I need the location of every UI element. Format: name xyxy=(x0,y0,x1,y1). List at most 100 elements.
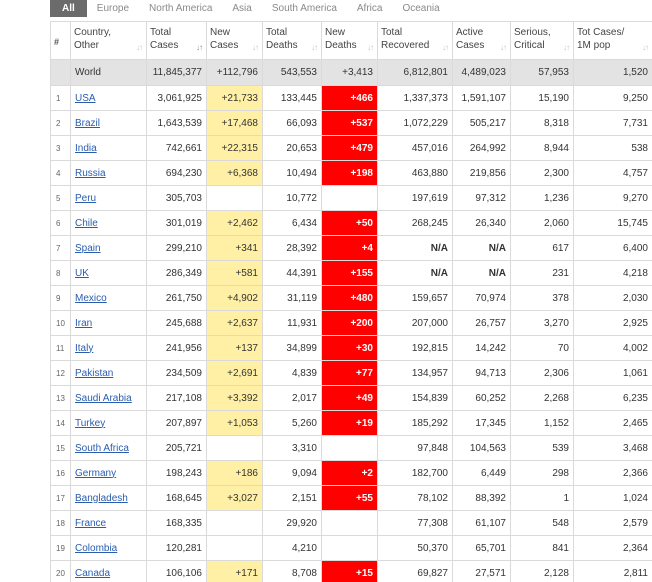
cell-new-cases: +137 xyxy=(206,335,263,361)
column-header-total-cases[interactable]: Total Cases ↓↑ xyxy=(146,21,207,60)
country-link[interactable]: Turkey xyxy=(75,418,105,429)
cell-total-cases: 234,509 xyxy=(146,360,207,386)
tab-south-america[interactable]: South America xyxy=(262,0,347,17)
tab-asia[interactable]: Asia xyxy=(222,0,261,17)
cell-serious-critical: 2,268 xyxy=(510,385,574,411)
country-link[interactable]: Bangladesh xyxy=(75,493,128,504)
country-link[interactable]: Italy xyxy=(75,343,93,354)
column-header-total-deaths[interactable]: Total Deaths ↓↑ xyxy=(262,21,322,60)
table-row: 6 Chile 301,019 +2,462 6,434 +50 268,245 26,340… xyxy=(50,210,652,236)
table-row: 20 Canada 106,106 +171 8,708 +15 69,827 27,571 2… xyxy=(50,560,652,582)
column-header-serious-critical[interactable]: Serious, Critical ↓↑ xyxy=(510,21,574,60)
cell-total-cases: 120,281 xyxy=(146,535,207,561)
cell-total-cases: 205,721 xyxy=(146,435,207,461)
cell-new-deaths: +49 xyxy=(321,385,378,411)
country-link[interactable]: Russia xyxy=(75,168,106,179)
cell-serious-critical: 57,953 xyxy=(510,59,574,86)
cell-new-deaths: +4 xyxy=(321,235,378,261)
sort-arrows-icon[interactable]: ↓↑ xyxy=(442,41,449,54)
sort-arrows-icon[interactable]: ↓↑ xyxy=(311,41,318,54)
row-number: 14 xyxy=(50,410,71,436)
column-header-label-line1: Total xyxy=(381,27,403,38)
cell-total-deaths: 4,210 xyxy=(262,535,322,561)
cell-active-cases: 17,345 xyxy=(452,410,511,436)
country-link[interactable]: Germany xyxy=(75,468,116,479)
cell-total-recovered: 6,812,801 xyxy=(377,59,453,86)
tab-oceania[interactable]: Oceania xyxy=(392,0,449,17)
cell-total-deaths: 133,445 xyxy=(262,85,322,111)
cell-active-cases: 94,713 xyxy=(452,360,511,386)
sort-arrows-icon[interactable]: ↓↑ xyxy=(196,41,203,54)
cell-total-recovered: 185,292 xyxy=(377,410,453,436)
country-link[interactable]: USA xyxy=(75,93,96,104)
sort-arrows-icon[interactable]: ↓↑ xyxy=(136,41,143,54)
country-link[interactable]: Mexico xyxy=(75,293,107,304)
table-body: World 11,845,377 +112,796 543,553 +3,413 6,81… xyxy=(50,59,652,582)
cell-new-cases: +2,462 xyxy=(206,210,263,236)
covid-table: # Country, Other ↓↑ Total Cases ↓↑ New Cases ↓↑ To… xyxy=(50,21,652,582)
column-header-label: # xyxy=(54,37,60,47)
sort-arrows-icon[interactable]: ↓↑ xyxy=(500,41,507,54)
sort-arrows-icon[interactable]: ↓↑ xyxy=(252,41,259,54)
country-link[interactable]: Pakistan xyxy=(75,368,113,379)
column-header-country[interactable]: Country, Other ↓↑ xyxy=(70,21,147,60)
cell-serious-critical: 548 xyxy=(510,510,574,536)
country-cell: France xyxy=(70,510,147,536)
country-link[interactable]: UK xyxy=(75,268,89,279)
column-header-active-cases[interactable]: Active Cases ↓↑ xyxy=(452,21,511,60)
country-link[interactable]: South Africa xyxy=(75,443,129,454)
column-header-label-line1: Country, xyxy=(74,27,112,38)
country-link[interactable]: Peru xyxy=(75,193,96,204)
country-link[interactable]: India xyxy=(75,143,97,154)
cell-serious-critical: 15,190 xyxy=(510,85,574,111)
cell-tot-cases-1m: 1,520 xyxy=(573,59,652,86)
column-header-new-deaths[interactable]: New Deaths ↓↑ xyxy=(321,21,378,60)
cell-total-recovered: 1,072,229 xyxy=(377,110,453,136)
sort-arrows-icon[interactable]: ↓↑ xyxy=(563,41,570,54)
cell-total-deaths: 2,151 xyxy=(262,485,322,511)
country-cell: Brazil xyxy=(70,110,147,136)
row-number: 15 xyxy=(50,435,71,461)
tab-europe[interactable]: Europe xyxy=(87,0,139,17)
cell-total-deaths: 10,494 xyxy=(262,160,322,186)
cell-total-recovered: 134,957 xyxy=(377,360,453,386)
country-link[interactable]: Brazil xyxy=(75,118,100,129)
tab-africa[interactable]: Africa xyxy=(347,0,393,17)
column-header-total-recovered[interactable]: Total Recovered ↓↑ xyxy=(377,21,453,60)
cell-total-recovered: 207,000 xyxy=(377,310,453,336)
row-number: 1 xyxy=(50,85,71,111)
country-link[interactable]: Iran xyxy=(75,318,92,329)
country-link[interactable]: Colombia xyxy=(75,543,117,554)
country-link[interactable]: Spain xyxy=(75,243,101,254)
cell-total-deaths: 66,093 xyxy=(262,110,322,136)
cell-new-cases: +17,468 xyxy=(206,110,263,136)
sort-arrows-icon[interactable]: ↓↑ xyxy=(367,41,374,54)
cell-serious-critical: 70 xyxy=(510,335,574,361)
cell-new-cases xyxy=(206,185,263,211)
cell-new-deaths xyxy=(321,510,378,536)
world-row: World 11,845,377 +112,796 543,553 +3,413 6,81… xyxy=(50,59,652,86)
cell-total-deaths: 4,839 xyxy=(262,360,322,386)
cell-serious-critical: 378 xyxy=(510,285,574,311)
cell-active-cases: 26,757 xyxy=(452,310,511,336)
country-cell: Chile xyxy=(70,210,147,236)
column-header-new-cases[interactable]: New Cases ↓↑ xyxy=(206,21,263,60)
country-link[interactable]: Canada xyxy=(75,568,110,579)
table-row: 2 Brazil 1,643,539 +17,468 66,093 +537 1,072,2… xyxy=(50,110,652,136)
cell-total-recovered: 78,102 xyxy=(377,485,453,511)
country-link[interactable]: France xyxy=(75,518,106,529)
cell-total-cases: 106,106 xyxy=(146,560,207,582)
tab-all[interactable]: All xyxy=(50,0,87,17)
cell-total-deaths: 28,392 xyxy=(262,235,322,261)
column-header-num[interactable]: # xyxy=(50,21,71,60)
cell-serious-critical: 231 xyxy=(510,260,574,286)
cell-new-deaths: +155 xyxy=(321,260,378,286)
cell-active-cases: 1,591,107 xyxy=(452,85,511,111)
cell-new-deaths: +466 xyxy=(321,85,378,111)
tab-north-america[interactable]: North America xyxy=(139,0,222,17)
sort-arrows-icon[interactable]: ↓↑ xyxy=(642,41,649,54)
cell-new-deaths: +55 xyxy=(321,485,378,511)
column-header-tot-cases-1m[interactable]: Tot Cases/1M pop ↓↑ xyxy=(573,21,652,60)
country-link[interactable]: Chile xyxy=(75,218,98,229)
country-link[interactable]: Saudi Arabia xyxy=(75,393,132,404)
